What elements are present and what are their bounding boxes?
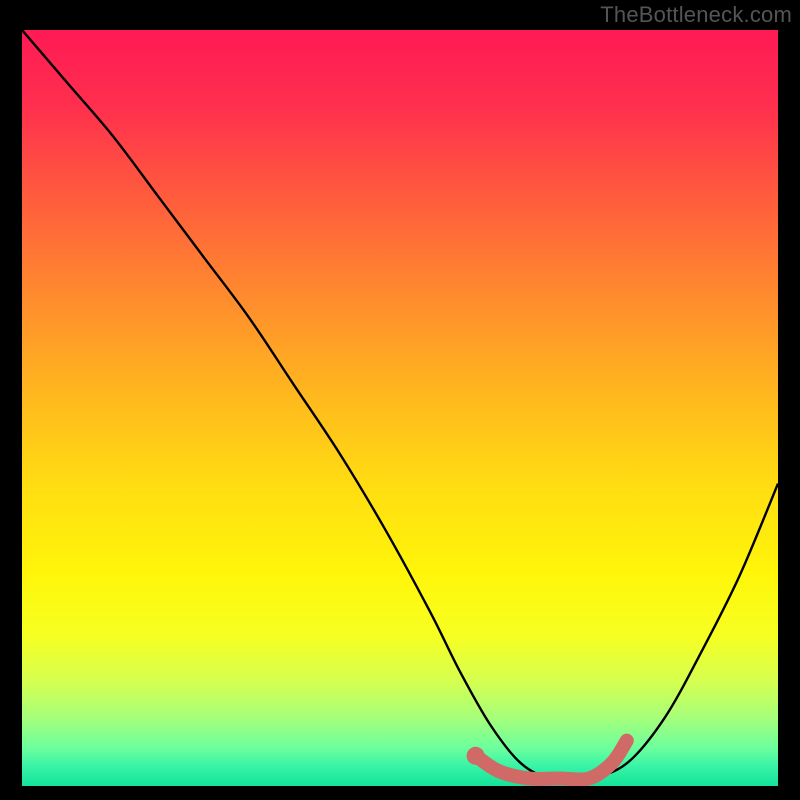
gradient-background [22,30,778,786]
plot-area [22,30,778,786]
bottleneck-plot-svg [22,30,778,786]
attribution-label: TheBottleneck.com [600,2,792,28]
chart-frame: TheBottleneck.com [0,0,800,800]
optimal-point-dot [467,747,485,765]
